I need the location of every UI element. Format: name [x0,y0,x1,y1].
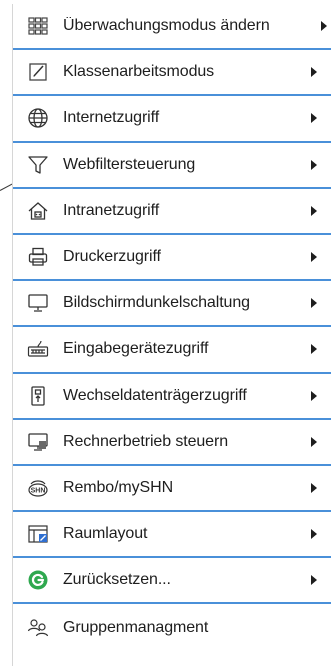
menu-item-label: Internetzugriff [63,109,160,127]
menu-item-label: Raumlayout [63,525,148,543]
submenu-arrow-icon [311,529,317,540]
menu-item-label: Gruppenmanagment [63,618,209,636]
menu-item-wechseldatentraegerzugriff[interactable]: Wechseldatenträgerzugriff [13,374,331,420]
grid-view-icon [27,15,49,37]
menu-item-label: Intranetzugriff [63,201,160,219]
menu-item-rembo-myshn[interactable]: SHN Rembo/mySHN [13,466,331,513]
edit-document-icon [27,61,49,83]
computer-control-icon [27,431,49,453]
menu-item-eingabegeraetezugriff[interactable]: Eingabegerätezugriff [13,327,331,374]
submenu-arrow-icon [311,575,317,586]
menu-item-label: Eingabegerätezugriff [63,340,209,358]
submenu-arrow-icon [311,390,317,401]
menu-item-label: Überwachungsmodus ändern [63,17,270,35]
menu-item-internetzugriff[interactable]: Internetzugriff [13,96,331,143]
submenu-arrow-icon [311,344,317,355]
menu-item-klassenarbeitsmodus[interactable]: Klassenarbeitsmodus [13,50,331,97]
shn-icon: SHN [27,477,49,499]
submenu-arrow-icon [321,21,327,32]
submenu-arrow-icon [311,298,317,309]
menu-item-label: Rechnerbetrieb steuern [63,432,229,450]
menu-item-bildschirmdunkelschaltung[interactable]: Bildschirmdunkelschaltung [13,281,331,328]
room-layout-icon [27,523,49,545]
menu-item-ueberwachungsmodus[interactable]: Überwachungsmodus ändern [13,4,331,51]
submenu-arrow-icon [311,67,317,78]
submenu-arrow-icon [311,113,317,124]
menu-item-label: Wechseldatenträgerzugriff [63,386,247,404]
menu-item-label: Rembo/mySHN [63,478,174,496]
monitor-icon [27,292,49,314]
keyboard-icon [27,338,49,360]
group-users-icon [27,617,49,639]
menu-item-label: Bildschirmdunkelschaltung [63,294,250,312]
submenu-arrow-icon [311,159,317,170]
home-network-icon [27,200,49,222]
printer-icon [27,246,49,268]
menu-item-zuruecksetzen[interactable]: Zurücksetzen... [13,558,331,605]
menu-item-druckerzugriff[interactable]: Druckerzugriff [13,235,331,282]
submenu-arrow-icon [311,205,317,216]
menu-item-rechnerbetrieb-steuern[interactable]: Rechnerbetrieb steuern [13,420,331,466]
menu-item-raumlayout[interactable]: Raumlayout [13,512,331,559]
menu-item-label: Webfiltersteuerung [63,155,196,173]
menu-item-gruppenmanagment[interactable]: Gruppenmanagment [13,604,331,650]
submenu-arrow-icon [311,482,317,493]
menu-item-intranetzugriff[interactable]: Intranetzugriff [13,189,331,235]
filter-funnel-icon [27,154,49,176]
reset-icon [27,569,49,591]
submenu-arrow-icon [311,436,317,447]
menu-item-label: Druckerzugriff [63,248,161,266]
menu-item-label: Zurücksetzen... [63,571,171,589]
globe-icon [27,107,49,129]
submenu-arrow-icon [311,252,317,263]
context-menu: Überwachungsmodus ändern Klassenarbeitsm… [12,4,331,666]
menu-item-webfiltersteuerung[interactable]: Webfiltersteuerung [13,143,331,189]
menu-item-label: Klassenarbeitsmodus [63,63,215,81]
usb-drive-icon [27,385,49,407]
svg-text:SHN: SHN [31,487,46,494]
